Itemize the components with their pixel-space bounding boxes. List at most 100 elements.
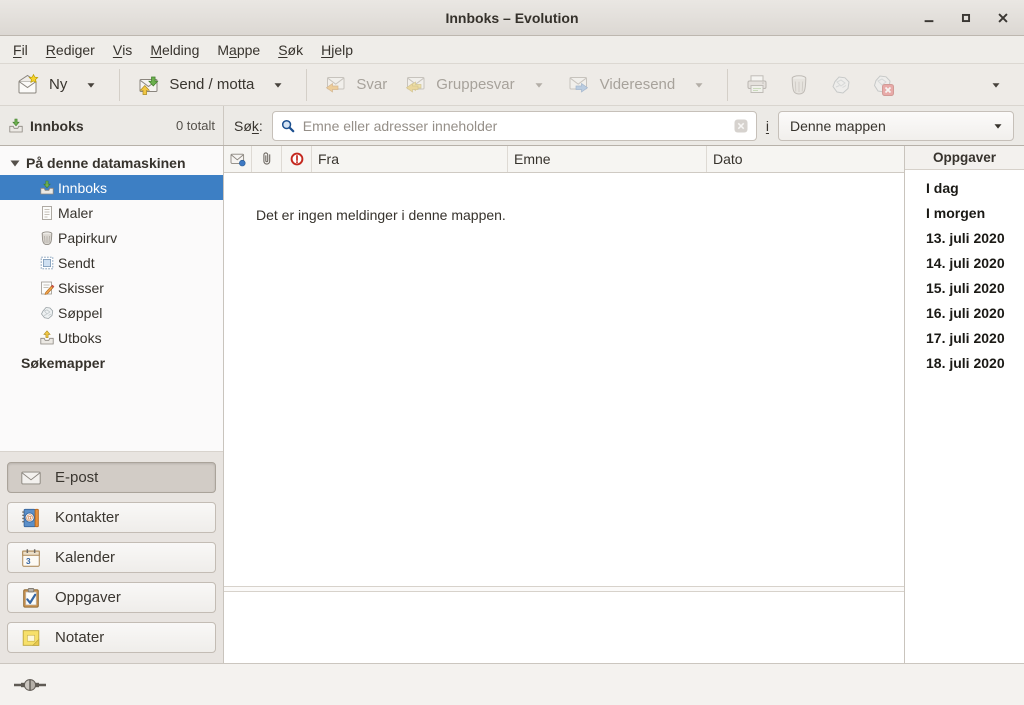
toolbar-separator	[306, 69, 307, 101]
close-button[interactable]	[992, 7, 1014, 29]
chevron-down-icon	[692, 78, 706, 92]
svg-text:@: @	[26, 513, 33, 522]
switcher-button-label: Oppgaver	[55, 589, 121, 606]
switcher-button-tasks[interactable]: Oppgaver	[7, 582, 216, 613]
maximize-icon	[959, 11, 973, 25]
not-junk-icon	[871, 73, 895, 97]
current-folder-name: Innboks	[30, 118, 170, 134]
todo-date-group[interactable]: I dag	[905, 175, 1024, 200]
column-date[interactable]: Dato	[707, 146, 904, 172]
reply-button-label: Svar	[356, 76, 387, 93]
folder-item-templates[interactable]: Maler	[0, 200, 223, 225]
new-mail-icon	[16, 73, 40, 97]
switcher-button-mail[interactable]: E-post	[7, 462, 216, 493]
online-status-icon[interactable]	[13, 677, 47, 693]
menu-item-edit[interactable]: Rediger	[37, 36, 104, 63]
toolbar-separator	[727, 69, 728, 101]
folder-item-trash[interactable]: Papirkurv	[0, 225, 223, 250]
search-entry[interactable]	[272, 111, 757, 141]
folder-item-inbox[interactable]: Innboks	[0, 175, 223, 200]
menu-item-help[interactable]: Hjelp	[312, 36, 362, 63]
view-switcher: E-post @Kontakter 3 Kalender Oppgaver Notater	[0, 451, 223, 663]
drafts-icon	[39, 280, 55, 296]
maximize-button[interactable]	[955, 7, 977, 29]
toolbar-overflow-button[interactable]	[984, 73, 1008, 97]
folder-item-drafts[interactable]: Skisser	[0, 275, 223, 300]
folder-item-sent[interactable]: Sendt	[0, 250, 223, 275]
attachment-icon	[259, 151, 275, 167]
group-reply-dropdown-arrow	[527, 73, 551, 97]
new-button[interactable]: Ny	[8, 68, 75, 102]
titlebar: Innboks – Evolution	[0, 0, 1024, 36]
print-button	[739, 67, 775, 103]
scope-in-label: i	[766, 118, 769, 134]
folder-item-label: Sendt	[58, 255, 95, 271]
group-reply-button: Gruppesvar	[395, 68, 522, 102]
minimize-icon	[922, 11, 936, 25]
junk-small-icon	[39, 305, 55, 321]
folder-header: Innboks 0 totalt	[0, 106, 224, 145]
group-reply-label: Gruppesvar	[436, 76, 514, 93]
todo-date-group[interactable]: I morgen	[905, 200, 1024, 225]
mark-junk-button	[823, 67, 859, 103]
expander-down-icon[interactable]	[7, 155, 23, 171]
folder-item-label: Søppel	[58, 305, 102, 321]
switcher-button-calendar[interactable]: 3 Kalender	[7, 542, 216, 573]
menu-item-folder[interactable]: Mappe	[208, 36, 269, 63]
print-icon	[745, 73, 769, 97]
window-controls	[918, 0, 1014, 35]
inbox-icon	[8, 118, 24, 134]
todo-date-group[interactable]: 14. juli 2020	[905, 250, 1024, 275]
new-button-label: Ny	[49, 76, 67, 93]
search-folders-row[interactable]: Søkemapper	[0, 350, 223, 375]
todo-date-group[interactable]: 18. juli 2020	[905, 350, 1024, 375]
todo-date-group[interactable]: 13. juli 2020	[905, 225, 1024, 250]
column-priority[interactable]	[282, 146, 312, 172]
folder-tree-list: InnboksMaler Papirkurv Sendt Skisser Søppel U…	[0, 175, 223, 350]
forward-icon	[567, 73, 591, 97]
folder-item-junk[interactable]: Søppel	[0, 300, 223, 325]
switcher-button-contacts[interactable]: @Kontakter	[7, 502, 216, 533]
folder-item-label: Papirkurv	[58, 230, 117, 246]
junk-icon	[829, 73, 853, 97]
minimize-button[interactable]	[918, 7, 940, 29]
menu-item-message[interactable]: Melding	[141, 36, 208, 63]
column-from[interactable]: Fra	[312, 146, 508, 172]
column-subject[interactable]: Emne	[508, 146, 707, 172]
search-icon	[280, 118, 296, 134]
calendar-icon: 3	[20, 547, 42, 569]
send-receive-dropdown-arrow[interactable]	[266, 73, 290, 97]
todo-date-group[interactable]: 16. juli 2020	[905, 300, 1024, 325]
clear-search-icon[interactable]	[733, 118, 749, 134]
send-receive-button[interactable]: Send / motta	[128, 68, 262, 102]
message-list-body[interactable]: Det er ingen meldinger i denne mappen.	[224, 173, 904, 587]
folder-item-label: Utboks	[58, 330, 102, 346]
todo-bar: Oppgaver I dagI morgen13. juli 202014. j…	[904, 146, 1024, 663]
reply-icon	[323, 73, 347, 97]
send-receive-icon	[136, 73, 160, 97]
account-root-row[interactable]: På denne datamaskinen	[0, 150, 223, 175]
reply-button: Svar	[315, 68, 395, 102]
templates-icon	[39, 205, 55, 221]
toolbar: Ny Send / motta Svar Gruppesvar Viderese…	[0, 64, 1024, 106]
search-area: Søk: i Denne mappen	[224, 106, 1024, 145]
column-read-status[interactable]	[224, 146, 252, 172]
folder-item-outbox[interactable]: Utboks	[0, 325, 223, 350]
folder-tree: På denne datamaskinen InnboksMaler Papirk…	[0, 146, 223, 451]
priority-icon	[289, 151, 305, 167]
svg-text:3: 3	[26, 556, 31, 565]
search-input[interactable]	[303, 118, 726, 134]
menu-item-file[interactable]: Fil	[4, 36, 37, 63]
todo-date-group[interactable]: 15. juli 2020	[905, 275, 1024, 300]
sent-icon	[39, 255, 55, 271]
todo-date-group[interactable]: 17. juli 2020	[905, 325, 1024, 350]
column-attachment[interactable]	[252, 146, 282, 172]
menu-item-view[interactable]: Vis	[104, 36, 141, 63]
search-scope-combo[interactable]: Denne mappen	[778, 111, 1014, 141]
chevron-down-icon	[84, 78, 98, 92]
switcher-button-memos[interactable]: Notater	[7, 622, 216, 653]
new-dropdown-arrow[interactable]	[79, 73, 103, 97]
search-label: Søk:	[234, 118, 263, 134]
switcher-button-label: Kalender	[55, 549, 115, 566]
menu-item-search[interactable]: Søk	[269, 36, 312, 63]
